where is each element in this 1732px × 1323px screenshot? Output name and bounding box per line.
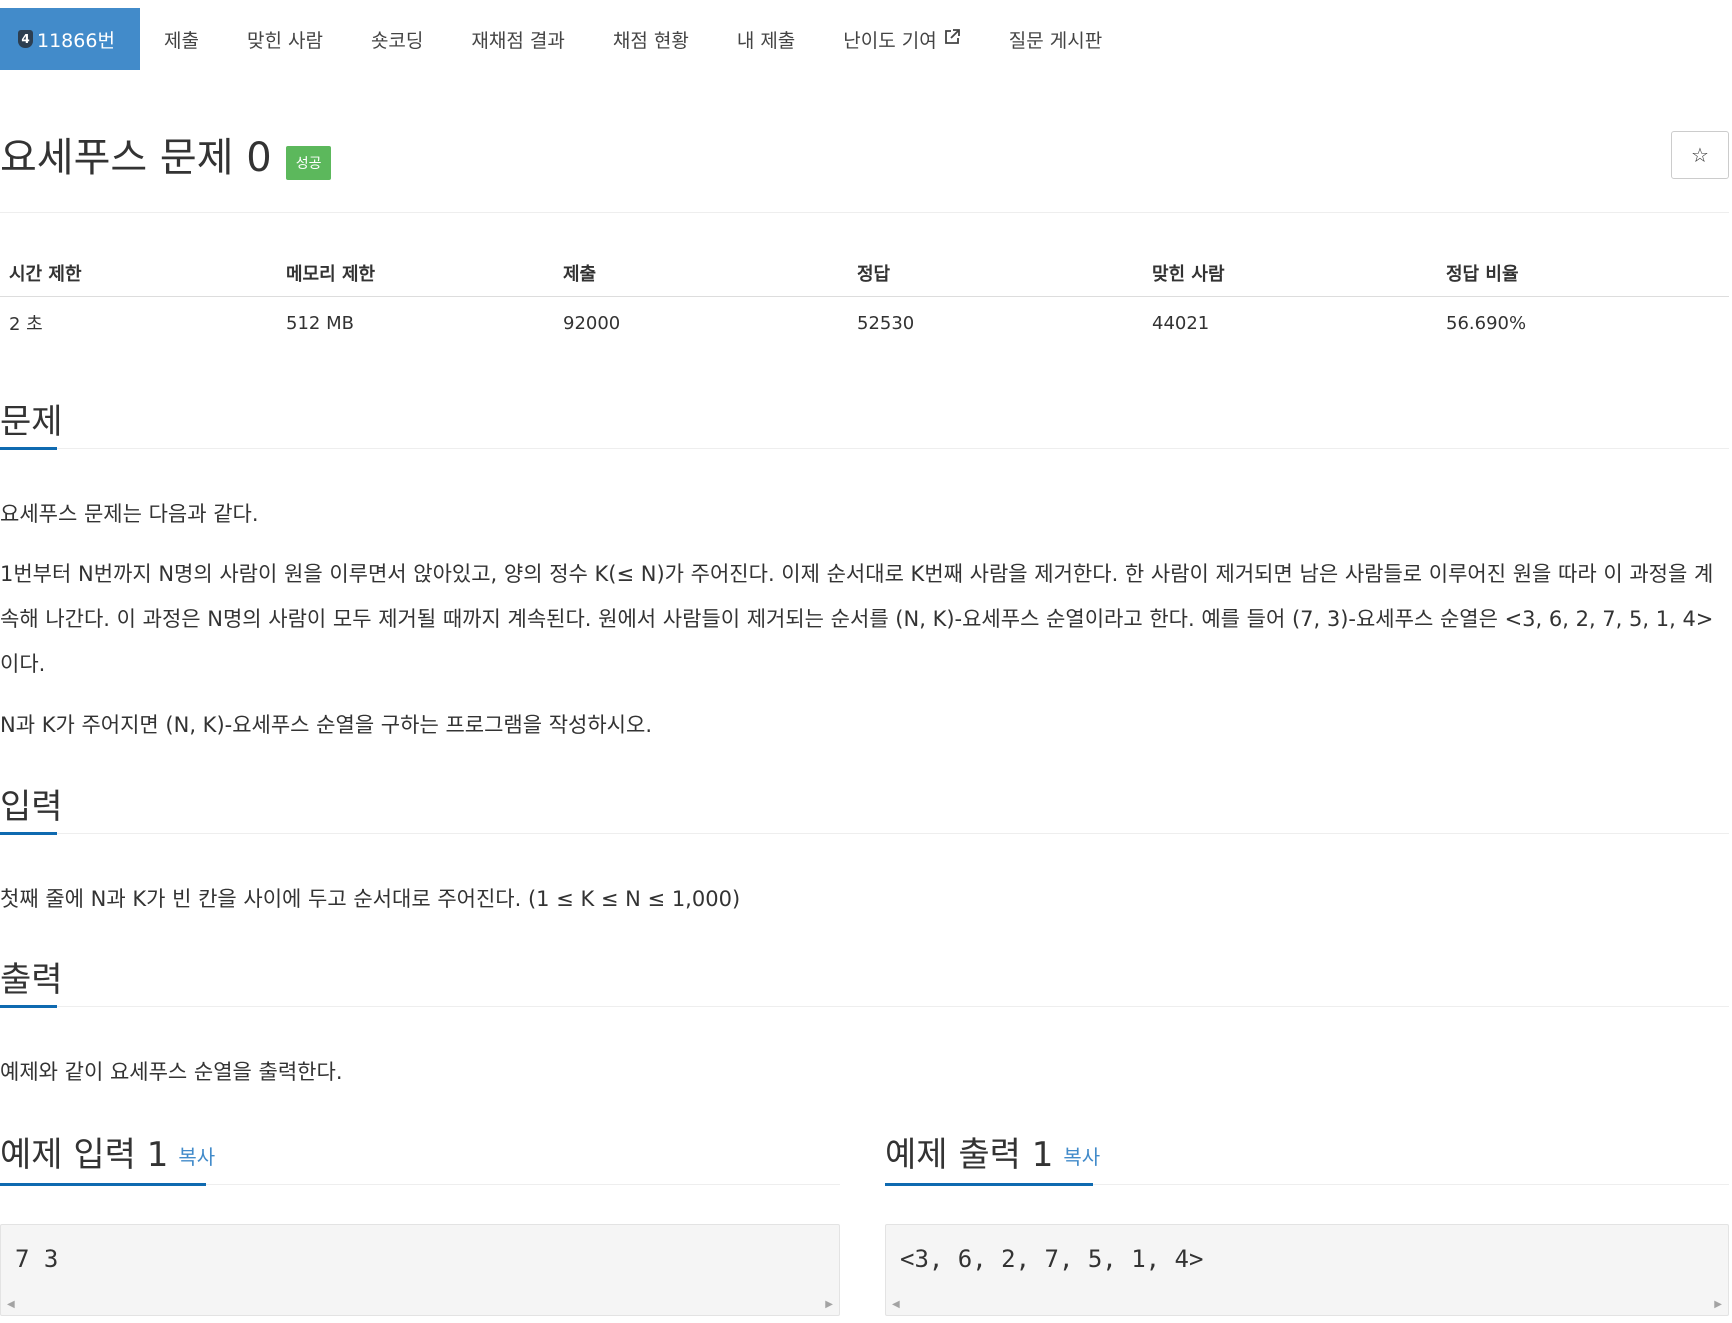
problem-page: 4 11866번 제출 맞힌 사람 숏코딩 재채점 결과 채점 현황 내 제출 … — [0, 0, 1732, 1323]
sample-input-scrollbar[interactable]: ◀ ▶ — [1, 1293, 839, 1315]
tab-short-coding[interactable]: 숏코딩 — [347, 8, 447, 70]
output-section-title: 출력 — [0, 960, 63, 1000]
sample-output-box[interactable]: <3, 6, 2, 7, 5, 1, 4> ◀ ▶ — [885, 1224, 1729, 1316]
sample-output-scrollbar[interactable]: ◀ ▶ — [886, 1293, 1728, 1315]
tab-label: 내 제출 — [736, 29, 796, 52]
tab-label: 질문 게시판 — [1008, 29, 1103, 52]
section-underline — [0, 1005, 57, 1008]
sample-output-header: 예제 출력 1 복사 — [885, 1130, 1729, 1186]
problem-paragraph: 요세푸스 문제는 다음과 같다. — [0, 502, 259, 526]
tab-label: 난이도 기여 — [843, 29, 937, 52]
favorite-star-button[interactable]: ☆ — [1671, 131, 1729, 179]
sample-output-title: 예제 출력 1 복사 — [885, 1130, 1729, 1182]
tab-label: 제출 — [164, 29, 199, 52]
copy-sample-input-link[interactable]: 복사 — [178, 1145, 215, 1169]
tab-difficulty-contribution[interactable]: 난이도 기여 — [819, 8, 984, 70]
status-badge: 성공 — [285, 146, 332, 180]
scroll-left-icon[interactable]: ◀ — [7, 1299, 15, 1310]
sample-input-header: 예제 입력 1 복사 — [0, 1130, 840, 1186]
sample-input-content: 7 3 — [15, 1245, 59, 1273]
page-title: 요세푸스 문제 0 — [0, 135, 272, 181]
scroll-left-icon[interactable]: ◀ — [892, 1299, 900, 1310]
table-header-row: 시간 제한 메모리 제한 제출 정답 맞힌 사람 정답 비율 — [0, 250, 1729, 297]
tab-submit[interactable]: 제출 — [140, 8, 223, 70]
tab-qna-board[interactable]: 질문 게시판 — [985, 8, 1126, 70]
sample-input-title: 예제 입력 1 복사 — [0, 1130, 840, 1182]
tab-label: 숏코딩 — [370, 29, 424, 52]
header-accepted: 정답 — [848, 250, 1143, 297]
section-underline — [0, 1183, 206, 1186]
title-row: 요세푸스 문제 0 성공 — [0, 128, 332, 188]
value-submissions: 92000 — [563, 312, 621, 334]
output-section-header: 출력 — [0, 958, 1729, 1008]
section-underline — [0, 832, 57, 835]
value-time-limit: 2 초 — [9, 314, 43, 335]
tab-problem-number[interactable]: 4 11866번 — [0, 8, 140, 70]
title-divider — [0, 212, 1729, 213]
sample-input-title-text: 예제 입력 1 — [0, 1135, 169, 1175]
problem-tab-bar: 4 11866번 제출 맞힌 사람 숏코딩 재채점 결과 채점 현황 내 제출 … — [0, 8, 1126, 70]
copy-sample-output-link[interactable]: 복사 — [1063, 1145, 1100, 1169]
problem-paragraph: 1번부터 N번까지 N명의 사람이 원을 이루면서 앉아있고, 양의 정수 K(… — [0, 562, 1714, 676]
value-accept-ratio: 56.690% — [1446, 312, 1527, 334]
scroll-right-icon[interactable]: ▶ — [825, 1299, 833, 1310]
section-underline — [0, 447, 57, 450]
value-solvers: 44021 — [1152, 312, 1210, 334]
problem-section-header: 문제 — [0, 400, 1729, 450]
tier-badge-icon: 4 — [18, 30, 33, 48]
value-memory-limit: 512 MB — [286, 312, 354, 334]
section-rule — [0, 448, 1729, 449]
input-description: 첫째 줄에 N과 K가 빈 칸을 사이에 두고 순서대로 주어진다. (1 ≤ … — [0, 887, 741, 911]
table-row: 2 초 512 MB 92000 52530 44021 56.690% — [0, 297, 1729, 350]
section-underline — [885, 1183, 1093, 1186]
header-time-limit: 시간 제한 — [0, 250, 277, 297]
external-link-icon — [943, 28, 961, 51]
section-rule — [0, 1006, 1729, 1007]
problem-info-table: 시간 제한 메모리 제한 제출 정답 맞힌 사람 정답 비율 2 초 512 M… — [0, 250, 1729, 349]
input-section-header: 입력 — [0, 785, 1729, 835]
input-section-title: 입력 — [0, 787, 63, 827]
tab-label: 채점 현황 — [612, 29, 689, 52]
tab-solvers[interactable]: 맞힌 사람 — [223, 8, 347, 70]
tab-label: 11866번 — [37, 29, 115, 52]
problem-paragraph: N과 K가 주어지면 (N, K)-요세푸스 순열을 구하는 프로그램을 작성하… — [0, 713, 652, 737]
scroll-right-icon[interactable]: ▶ — [1714, 1299, 1722, 1310]
sample-output-title-text: 예제 출력 1 — [885, 1135, 1054, 1175]
header-accept-ratio: 정답 비율 — [1437, 250, 1729, 297]
header-submissions: 제출 — [554, 250, 848, 297]
sample-output-content: <3, 6, 2, 7, 5, 1, 4> — [900, 1245, 1204, 1273]
value-accepted: 52530 — [857, 312, 915, 334]
problem-section-title: 문제 — [0, 402, 63, 442]
sample-input-box[interactable]: 7 3 ◀ ▶ — [0, 1224, 840, 1316]
section-rule — [0, 833, 1729, 834]
tab-my-submissions[interactable]: 내 제출 — [713, 8, 819, 70]
output-description: 예제와 같이 요세푸스 순열을 출력한다. — [0, 1060, 343, 1084]
tab-label: 재채점 결과 — [471, 29, 565, 52]
star-icon: ☆ — [1691, 143, 1709, 167]
tab-rejudge-results[interactable]: 재채점 결과 — [447, 8, 588, 70]
header-memory-limit: 메모리 제한 — [277, 250, 554, 297]
header-solvers: 맞힌 사람 — [1143, 250, 1437, 297]
tab-label: 맞힌 사람 — [246, 29, 323, 52]
tab-judge-status[interactable]: 채점 현황 — [589, 8, 713, 70]
